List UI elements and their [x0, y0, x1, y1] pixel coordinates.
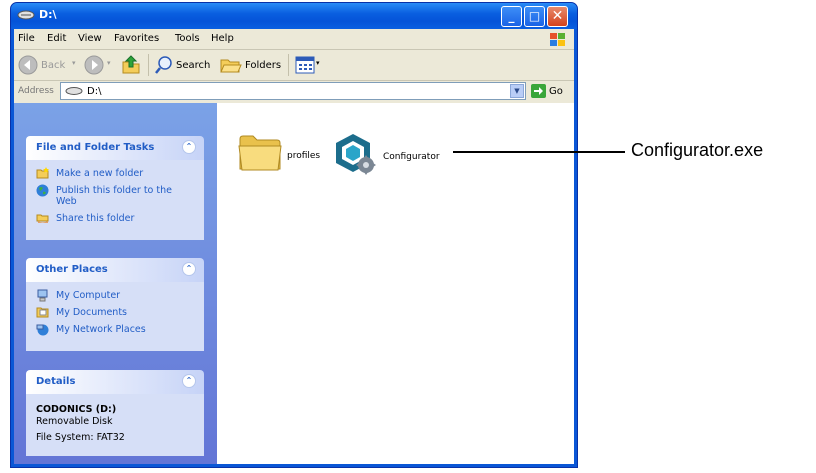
- windows-logo-icon: [550, 33, 565, 46]
- collapse-chevron-icon[interactable]: ⌃: [182, 262, 196, 276]
- callout-label: Configurator.exe: [631, 140, 764, 160]
- task-label: Make a new folder: [56, 168, 144, 179]
- new-folder-icon: [36, 167, 49, 179]
- place-label: My Network Places: [56, 324, 146, 335]
- address-value: D:\: [87, 86, 102, 97]
- menu-view[interactable]: View: [78, 33, 102, 44]
- place-my-computer[interactable]: My Computer: [36, 289, 194, 302]
- details-file-system: File System: FAT32: [36, 432, 125, 443]
- menu-bar: File Edit View Favorites Tools Help: [14, 29, 574, 50]
- panel-body: Make a new folder Publish this folder to…: [26, 160, 204, 240]
- share-folder-icon: [36, 214, 49, 223]
- drive-icon: [17, 10, 35, 20]
- back-button[interactable]: Back: [41, 60, 65, 71]
- menu-help[interactable]: Help: [211, 33, 234, 44]
- task-make-new-folder[interactable]: Make a new folder: [36, 167, 194, 179]
- details-panel: Details ⌃ CODONICS (D:) Removable Disk F…: [26, 370, 204, 456]
- panel-title: File and Folder Tasks: [36, 142, 155, 153]
- task-publish-to-web[interactable]: Publish this folder to the Web: [36, 184, 194, 207]
- search-button[interactable]: Search: [176, 60, 210, 71]
- panel-title: Details: [36, 376, 76, 387]
- folders-icon[interactable]: [220, 55, 242, 75]
- close-button[interactable]: ✕: [547, 6, 568, 27]
- toolbar: Back ▾ ▾ Search Folders ▾: [14, 50, 574, 81]
- back-dropdown-icon[interactable]: ▾: [72, 59, 76, 67]
- menu-tools[interactable]: Tools: [175, 33, 200, 44]
- panel-body: CODONICS (D:) Removable Disk File System…: [26, 394, 204, 456]
- address-input[interactable]: D:\ ▼: [60, 82, 526, 100]
- toolbar-separator: [148, 54, 149, 76]
- panel-header[interactable]: File and Folder Tasks ⌃: [26, 136, 204, 160]
- my-documents-icon: [36, 307, 49, 318]
- forward-arrow-icon[interactable]: [84, 55, 104, 75]
- folder-icon: [238, 135, 282, 171]
- task-label: Share this folder: [56, 213, 135, 224]
- address-dropdown-icon[interactable]: ▼: [510, 84, 524, 98]
- search-icon[interactable]: [154, 55, 174, 75]
- collapse-chevron-icon[interactable]: ⌃: [182, 140, 196, 154]
- place-label: My Computer: [56, 290, 121, 301]
- minimize-button[interactable]: _: [501, 6, 522, 27]
- menu-favorites[interactable]: Favorites: [114, 33, 159, 44]
- collapse-chevron-icon[interactable]: ⌃: [182, 374, 196, 388]
- task-label: Publish this folder to the Web: [56, 185, 172, 207]
- views-dropdown-icon[interactable]: ▾: [316, 59, 320, 67]
- title-bar[interactable]: D:\ _ □ ✕: [11, 3, 577, 29]
- forward-dropdown-icon[interactable]: ▾: [107, 59, 111, 67]
- details-drive-name: CODONICS (D:): [36, 404, 117, 415]
- network-places-icon: [36, 324, 49, 336]
- task-share-folder[interactable]: Share this folder: [36, 213, 194, 224]
- window-client: File Edit View Favorites Tools Help Back…: [14, 29, 574, 464]
- address-bar: Address D:\ ▼ Go: [14, 81, 574, 103]
- maximize-button[interactable]: □: [524, 6, 545, 27]
- panel-header[interactable]: Details ⌃: [26, 370, 204, 394]
- file-name: Configurator: [383, 152, 440, 162]
- go-button[interactable]: Go: [549, 86, 563, 97]
- publish-web-icon: [36, 184, 49, 197]
- menu-file[interactable]: File: [18, 33, 35, 44]
- panel-header[interactable]: Other Places ⌃: [26, 258, 204, 282]
- panel-title: Other Places: [36, 264, 108, 275]
- place-my-documents[interactable]: My Documents: [36, 307, 194, 318]
- callout-line: [453, 151, 625, 153]
- go-arrow-icon[interactable]: [531, 84, 546, 98]
- up-folder-icon[interactable]: [120, 54, 142, 76]
- file-folder-tasks-panel: File and Folder Tasks ⌃ Make a new folde…: [26, 136, 204, 240]
- place-my-network-places[interactable]: My Network Places: [36, 324, 194, 336]
- views-icon[interactable]: [295, 56, 315, 74]
- drive-icon: [65, 87, 83, 95]
- place-label: My Documents: [56, 307, 128, 318]
- task-pane: File and Folder Tasks ⌃ Make a new folde…: [14, 103, 217, 464]
- file-name: profiles: [287, 151, 321, 161]
- content-area: File and Folder Tasks ⌃ Make a new folde…: [14, 103, 574, 464]
- explorer-window: D:\ _ □ ✕ File Edit View Favorites Tools…: [10, 2, 578, 468]
- window-title: D:\: [39, 8, 57, 21]
- my-computer-icon: [37, 289, 48, 302]
- address-label: Address: [18, 86, 54, 96]
- menu-edit[interactable]: Edit: [47, 33, 66, 44]
- details-drive-type: Removable Disk: [36, 416, 113, 427]
- configurator-app-icon: [336, 134, 376, 175]
- toolbar-separator: [288, 54, 289, 76]
- back-arrow-icon[interactable]: [18, 55, 38, 75]
- panel-body: My Computer My Documents My Network Plac…: [26, 282, 204, 351]
- other-places-panel: Other Places ⌃ My Computer My Documents …: [26, 258, 204, 351]
- folders-button[interactable]: Folders: [245, 60, 281, 71]
